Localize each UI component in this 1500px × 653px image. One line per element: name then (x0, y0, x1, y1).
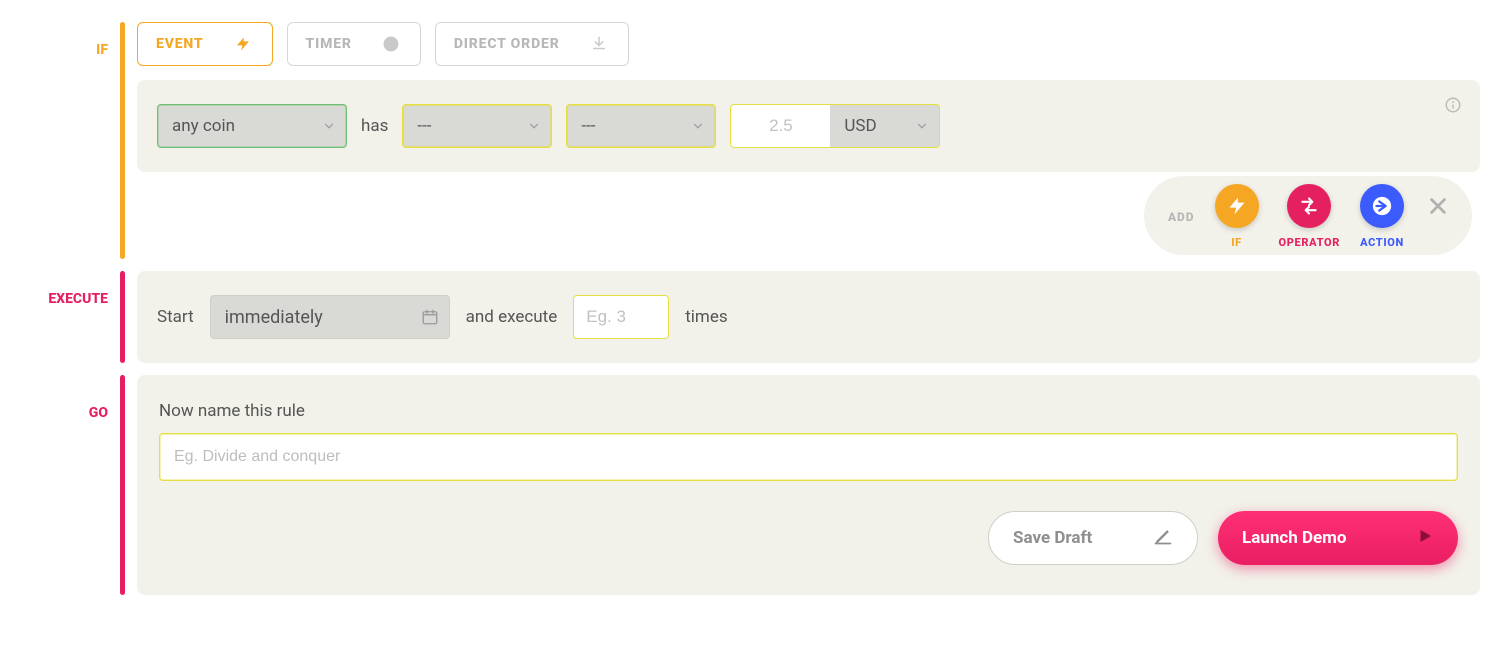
tab-direct-label: DIRECT ORDER (454, 36, 560, 52)
condition-select-2-value: --- (581, 116, 595, 136)
go-section: GO Now name this rule Save Draft Launch … (0, 375, 1480, 595)
launch-demo-label: Launch Demo (1242, 528, 1347, 548)
execute-card: Start immediately and execute times (137, 271, 1480, 363)
and-execute-label: and execute (466, 307, 558, 327)
clock-icon (380, 35, 402, 53)
condition-select-1[interactable]: --- (402, 104, 552, 148)
value-unit-group: USD (730, 104, 940, 148)
add-if-caption: IF (1231, 236, 1242, 249)
add-strip: ADD IF OPERATOR (137, 172, 1480, 259)
execute-label: EXECUTE (0, 271, 120, 363)
times-label: times (685, 307, 727, 327)
tab-event-label: EVENT (156, 36, 204, 52)
value-input[interactable] (730, 104, 830, 148)
chevron-down-icon (298, 119, 336, 133)
close-add-button[interactable] (1424, 192, 1452, 220)
start-label: Start (157, 307, 194, 327)
play-icon (1416, 527, 1434, 550)
calendar-icon (421, 308, 439, 326)
add-pill: ADD IF OPERATOR (1144, 176, 1472, 255)
tab-timer[interactable]: TIMER (287, 22, 421, 66)
lightning-icon (232, 34, 254, 54)
if-condition-card: any coin has --- --- (137, 80, 1480, 172)
has-label: has (361, 116, 388, 136)
tab-event[interactable]: EVENT (137, 22, 273, 66)
add-label: ADD (1168, 210, 1195, 224)
add-if-button[interactable] (1215, 184, 1259, 228)
chevron-down-icon (667, 119, 705, 133)
coin-select-value: any coin (172, 116, 235, 136)
chevron-down-icon (503, 119, 541, 133)
if-section: IF EVENT TIMER DIRECT ORDER (0, 22, 1480, 259)
launch-demo-button[interactable]: Launch Demo (1218, 511, 1458, 565)
times-input[interactable] (573, 295, 669, 339)
add-action-caption: ACTION (1360, 236, 1404, 249)
rule-name-input[interactable] (159, 433, 1458, 481)
chevron-down-icon (891, 119, 929, 133)
start-time-value: immediately (225, 307, 323, 328)
save-draft-button[interactable]: Save Draft (988, 511, 1198, 565)
add-operator-button[interactable] (1287, 184, 1331, 228)
save-draft-label: Save Draft (1013, 528, 1092, 548)
coin-select[interactable]: any coin (157, 104, 347, 148)
tab-direct-order[interactable]: DIRECT ORDER (435, 22, 629, 66)
pencil-icon (1153, 526, 1173, 551)
if-label: IF (0, 22, 120, 259)
add-operator-caption: OPERATOR (1279, 236, 1341, 249)
download-icon (588, 35, 610, 53)
add-action-button[interactable] (1360, 184, 1404, 228)
condition-select-2[interactable]: --- (566, 104, 716, 148)
go-card: Now name this rule Save Draft Launch Dem… (137, 375, 1480, 595)
start-time-select[interactable]: immediately (210, 295, 450, 339)
info-icon[interactable] (1444, 96, 1462, 114)
unit-select-value: USD (844, 116, 876, 136)
if-tab-strip: EVENT TIMER DIRECT ORDER (137, 22, 1480, 66)
execute-section: EXECUTE Start immediately and execute ti… (0, 271, 1480, 363)
go-label: GO (0, 375, 120, 595)
condition-select-1-value: --- (417, 116, 431, 136)
unit-select[interactable]: USD (830, 104, 940, 148)
name-title: Now name this rule (159, 401, 1458, 421)
tab-timer-label: TIMER (306, 36, 352, 52)
